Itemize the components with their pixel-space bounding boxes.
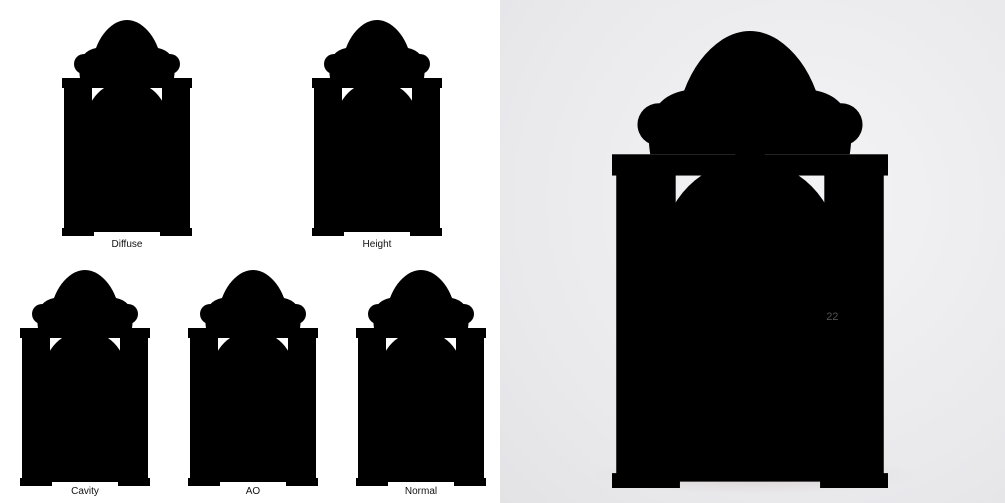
- house-number: 22: [826, 311, 838, 323]
- photo-render-panel: .p .stone{fill:#b9b5b0;stroke:#6e6a66;st…: [500, 0, 1005, 503]
- normal-caption: Normal: [404, 486, 438, 497]
- cavity-map-image: .c .stone{fill:#f3f3f3;stroke:#8f8f8f;st…: [20, 262, 150, 488]
- ao-caption: AO: [245, 486, 261, 497]
- ao-map-image: .a .stone{fill:#dcdcdc;stroke:#8c8c8c;st…: [188, 262, 318, 488]
- cavity-caption: Cavity: [71, 486, 99, 497]
- height-map-image: .h .stone{fill:#d2d2d2;stroke:#bfbfbf;st…: [312, 12, 442, 238]
- diffuse-map-image: .d .stone{fill:#a9a6a2;stroke:#6f6c68;st…: [62, 12, 192, 238]
- normal-map-image: .n .stone{fill:#8a7cf0;stroke:#5a4ad8;st…: [356, 262, 486, 488]
- door-photo-render: .p .stone{fill:#b9b5b0;stroke:#6e6a66;st…: [612, 14, 888, 488]
- diffuse-caption: Diffuse: [111, 239, 143, 250]
- texture-maps-panel: .d .stone{fill:#a9a6a2;stroke:#6f6c68;st…: [0, 0, 500, 503]
- height-caption: Height: [362, 239, 392, 250]
